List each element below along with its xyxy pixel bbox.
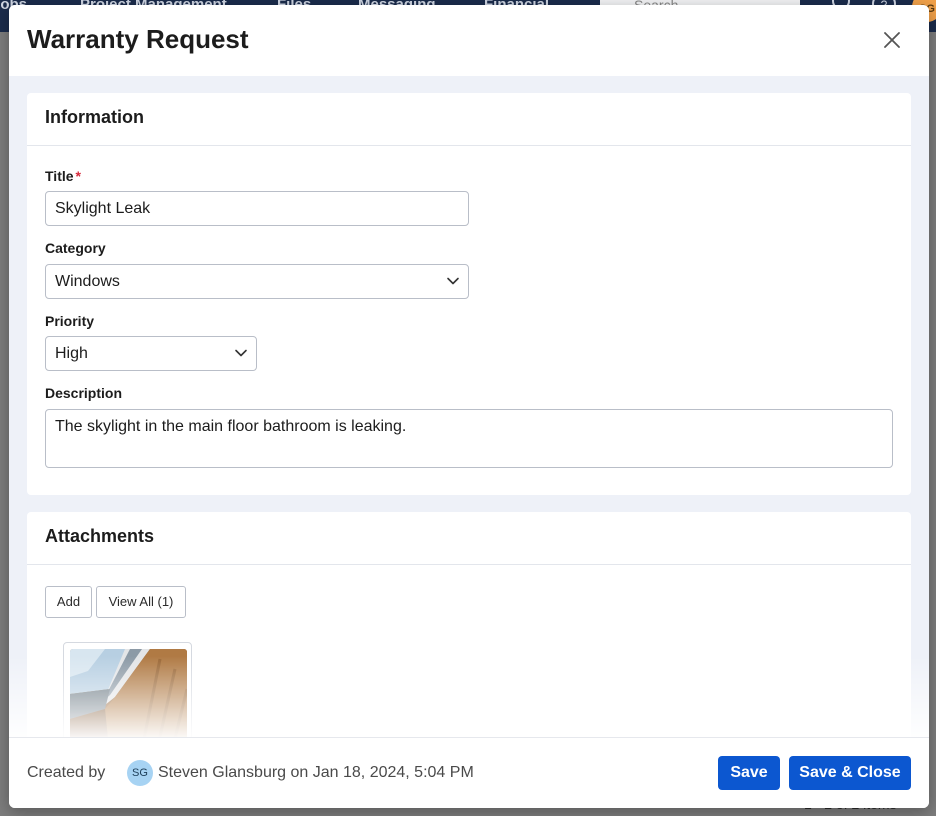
modal-footer: Created by SG Steven Glansburg on Jan 18… [9, 737, 929, 808]
add-attachment-button[interactable]: Add [45, 586, 92, 618]
priority-label: Priority [45, 313, 95, 329]
close-button[interactable] [881, 29, 903, 51]
modal-header: Warranty Request [9, 5, 929, 76]
save-and-close-button[interactable]: Save & Close [789, 756, 911, 790]
title-label: Title * [45, 168, 81, 184]
save-button[interactable]: Save [718, 756, 780, 790]
category-select[interactable]: Windows [45, 264, 469, 299]
information-card-header: Information [27, 93, 911, 146]
attachment-thumbnail[interactable] [63, 642, 192, 737]
attachments-card-header: Attachments [27, 512, 911, 565]
description-textarea[interactable]: The skylight in the main floor bathroom … [45, 409, 893, 468]
attachments-card: Attachments Add View All (1) [27, 512, 911, 737]
category-label: Category [45, 240, 106, 256]
avatar: SG [127, 760, 153, 786]
warranty-request-modal: Warranty Request Information Title * Skyl… [9, 5, 929, 808]
category-select-value: Windows [55, 273, 120, 290]
required-indicator: * [75, 168, 81, 184]
title-input[interactable]: Skylight Leak [45, 191, 469, 226]
information-heading: Information [45, 107, 144, 127]
title-label-text: Title [45, 168, 74, 184]
view-all-attachments-button[interactable]: View All (1) [96, 586, 186, 618]
created-by-label: Created by [27, 764, 106, 781]
attachment-image [70, 649, 187, 737]
modal-title: Warranty Request [27, 24, 249, 54]
description-label: Description [45, 385, 123, 401]
chevron-down-icon [235, 349, 247, 357]
close-icon [884, 32, 900, 48]
modal-body[interactable]: Information Title * Skylight Leak Categor… [9, 76, 929, 737]
skylight-photo [70, 649, 187, 737]
attachments-heading: Attachments [45, 526, 155, 546]
information-card: Information Title * Skylight Leak Categor… [27, 93, 911, 495]
priority-select[interactable]: High [45, 336, 257, 371]
created-by-text: Steven Glansburg on Jan 18, 2024, 5:04 P… [158, 764, 474, 781]
chevron-down-icon [447, 277, 459, 285]
priority-select-value: High [55, 345, 88, 362]
